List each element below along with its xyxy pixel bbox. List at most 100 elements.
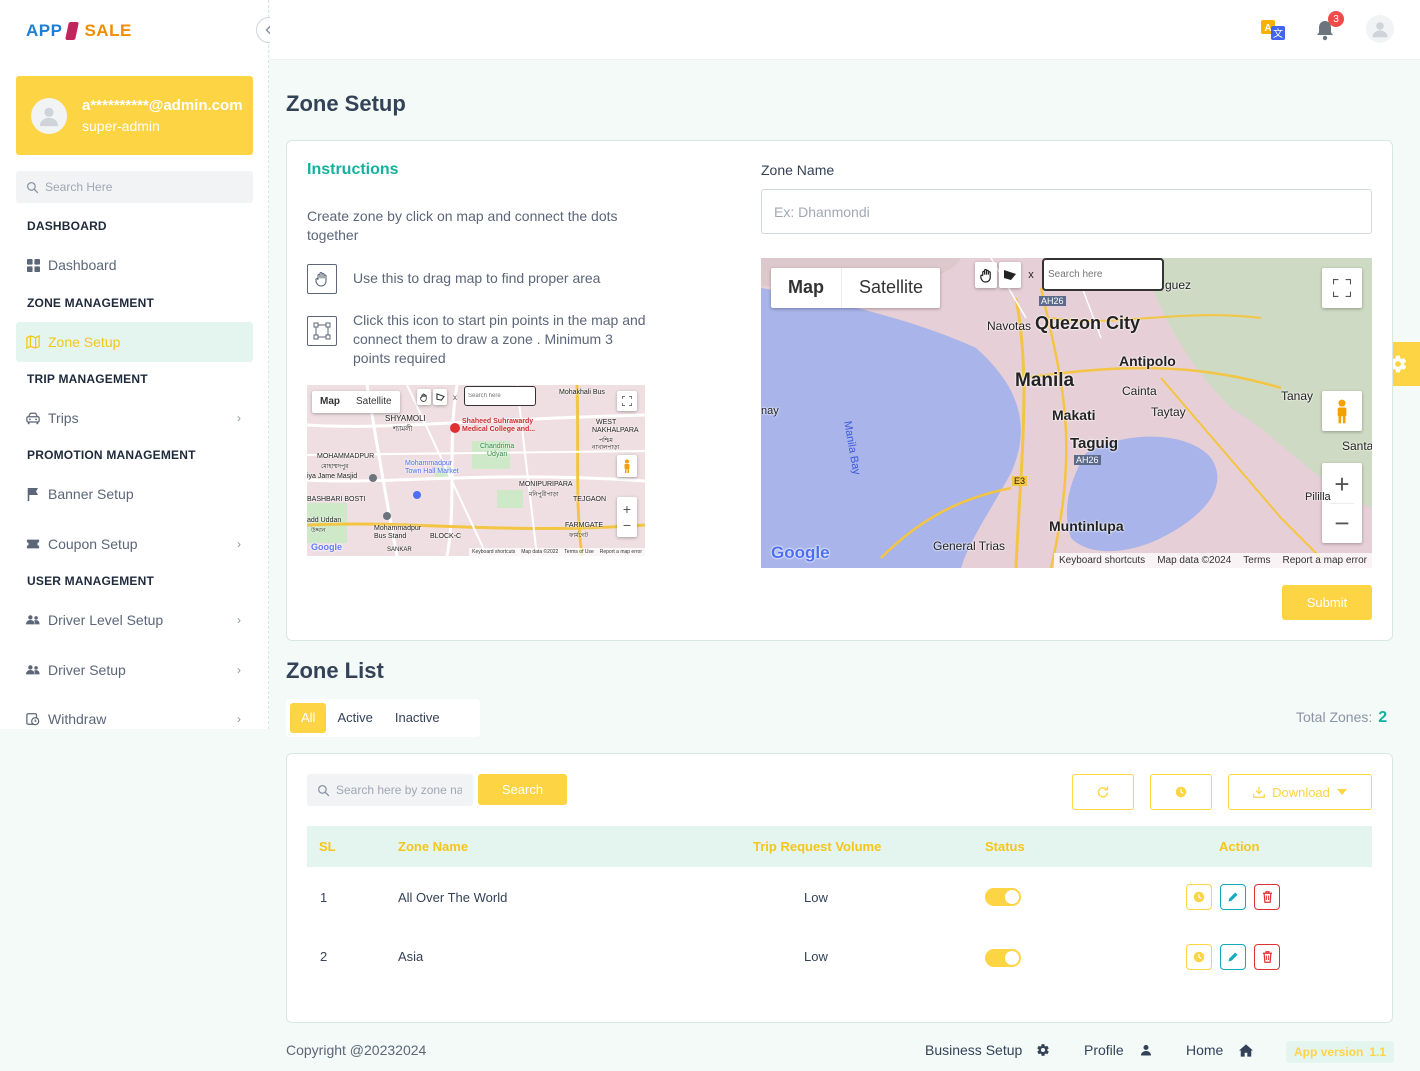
refresh-button[interactable] [1072, 774, 1134, 810]
profile-card[interactable]: a**********@admin.com super-admin [16, 76, 253, 155]
example-map-type-toggle: Map Satellite [312, 391, 400, 413]
map-type-satellite-button[interactable]: Satellite [841, 268, 940, 308]
zone-map-clear-button[interactable]: x [1025, 262, 1037, 288]
tab-active[interactable]: Active [326, 703, 383, 733]
map-label: Mohammadpur [405, 460, 453, 467]
sidebar-item-label: Driver Level Setup [48, 612, 164, 628]
sidebar-search [16, 171, 253, 203]
example-clear-button[interactable]: x [449, 389, 461, 405]
sidebar-item-label: Banner Setup [48, 486, 134, 502]
polygon-draw-icon [307, 316, 337, 346]
tab-inactive[interactable]: Inactive [384, 703, 451, 733]
map-label: Manila [1015, 370, 1075, 391]
status-toggle[interactable] [985, 888, 1021, 906]
sidebar-item-driver-setup[interactable]: Driver Setup › [16, 650, 253, 690]
footer-business-setup-link[interactable]: Business Setup [925, 1042, 1050, 1058]
status-toggle[interactable] [985, 949, 1021, 967]
total-zones-count: 2 [1378, 709, 1388, 726]
fullscreen-icon[interactable] [617, 391, 637, 411]
map-label: iya Jame Masjid [307, 473, 358, 480]
download-icon [1253, 786, 1265, 798]
street-view-pegman-icon[interactable] [1322, 391, 1362, 431]
activity-log-button[interactable] [1150, 774, 1212, 810]
trash-icon [1262, 951, 1272, 963]
sidebar-item-label: Driver Setup [48, 662, 126, 678]
sidebar-item-driver-level-setup[interactable]: Driver Level Setup › [16, 600, 253, 640]
zoom-out-icon[interactable]: − [623, 517, 631, 533]
sidebar: APP SALE a**********@admin.com super-adm… [0, 0, 269, 729]
example-map[interactable]: Map Satellite x + − Mohakhali Bus SHYAMO… [307, 385, 645, 556]
app-logo[interactable]: APP SALE [26, 17, 132, 45]
clock-icon [1193, 951, 1205, 963]
zoom-in-icon[interactable]: + [623, 501, 631, 517]
sidebar-item-withdraw[interactable]: Withdraw › [16, 699, 253, 739]
map-attribution-report[interactable]: Report a map error [600, 549, 642, 555]
map-label: Tanay [1281, 389, 1314, 403]
map-attribution-terms[interactable]: Terms [1243, 555, 1270, 566]
map-attribution-shortcuts[interactable]: Keyboard shortcuts [472, 549, 515, 555]
zone-map-attribution: Keyboard shortcuts Map data ©2024 Terms … [1054, 553, 1372, 568]
sidebar-item-coupon-setup[interactable]: Coupon Setup › [16, 524, 253, 564]
sidebar-item-label: Zone Setup [48, 334, 121, 350]
zoom-in-icon[interactable]: + [1334, 465, 1349, 503]
avatar [31, 98, 67, 134]
instruction-drag: Use this to drag map to find proper area [307, 264, 657, 294]
notification-count-badge: 3 [1328, 11, 1344, 27]
map-label: AH26 [1039, 296, 1066, 306]
hand-drag-icon[interactable] [975, 262, 997, 288]
example-map-search-input[interactable] [464, 386, 536, 406]
map-label: Antipolo [1119, 353, 1176, 369]
polygon-draw-icon[interactable] [999, 262, 1021, 288]
map-label: BLOCK-C [430, 533, 462, 540]
sidebar-search-input[interactable] [45, 180, 235, 194]
language-translate-button[interactable]: A文 [1260, 17, 1286, 43]
instruction-pin: Click this icon to start pin points in t… [307, 311, 657, 368]
footer-link-label: Home [1186, 1042, 1224, 1058]
example-satellite-button[interactable]: Satellite [348, 391, 400, 413]
section-promotion-management: PROMOTION MANAGEMENT [27, 448, 196, 462]
footer-home-link[interactable]: Home [1186, 1042, 1254, 1058]
edit-button[interactable] [1220, 884, 1246, 910]
map-attribution-terms[interactable]: Terms of Use [564, 549, 593, 555]
delete-button[interactable] [1254, 944, 1280, 970]
footer-profile-link[interactable]: Profile [1084, 1042, 1152, 1058]
footer-link-label: Profile [1084, 1042, 1124, 1058]
copyright: Copyright @20232024 [286, 1042, 427, 1058]
app-version-label: App version [1294, 1045, 1364, 1059]
log-button[interactable] [1186, 884, 1212, 910]
delete-button[interactable] [1254, 884, 1280, 910]
submit-button[interactable]: Submit [1282, 585, 1372, 620]
zone-search-input[interactable] [336, 783, 462, 797]
notifications-button[interactable]: 3 [1312, 11, 1344, 43]
street-view-pegman-icon[interactable] [617, 455, 637, 477]
tab-all[interactable]: All [290, 703, 327, 733]
sidebar-item-trips[interactable]: Trips › [16, 398, 253, 438]
profile-email: a**********@admin.com [82, 97, 243, 114]
hand-drag-icon[interactable] [417, 389, 431, 405]
map-attribution-data: Map data ©2022 [521, 549, 559, 555]
sidebar-item-zone-setup[interactable]: Zone Setup [16, 322, 253, 362]
map-label: SANKAR [387, 547, 412, 553]
sidebar-item-dashboard[interactable]: Dashboard [16, 245, 253, 285]
download-button[interactable]: Download [1228, 774, 1372, 810]
map-label: SHYAMOLI [385, 414, 426, 423]
log-button[interactable] [1186, 944, 1212, 970]
map-attribution-report[interactable]: Report a map error [1283, 555, 1367, 566]
map-label: Navotas [987, 319, 1032, 333]
edit-button[interactable] [1220, 944, 1246, 970]
example-zoom-control: + − [617, 497, 637, 537]
zone-drawing-map[interactable]: Map Satellite x + − Quezon City Navotas … [761, 258, 1372, 568]
zone-name-input[interactable] [761, 189, 1372, 234]
user-avatar-button[interactable] [1366, 15, 1394, 43]
sidebar-item-label: Trips [48, 410, 79, 426]
example-map-button[interactable]: Map [312, 391, 348, 413]
polygon-draw-icon[interactable] [433, 389, 447, 405]
fullscreen-icon[interactable] [1322, 268, 1362, 308]
sidebar-item-banner-setup[interactable]: Banner Setup [16, 474, 253, 514]
pencil-icon [1228, 952, 1238, 962]
zone-map-search-input[interactable] [1042, 258, 1164, 291]
search-button[interactable]: Search [478, 774, 567, 805]
map-attribution-shortcuts[interactable]: Keyboard shortcuts [1059, 555, 1145, 566]
zoom-out-icon[interactable]: − [1330, 502, 1354, 542]
map-type-map-button[interactable]: Map [771, 268, 841, 308]
